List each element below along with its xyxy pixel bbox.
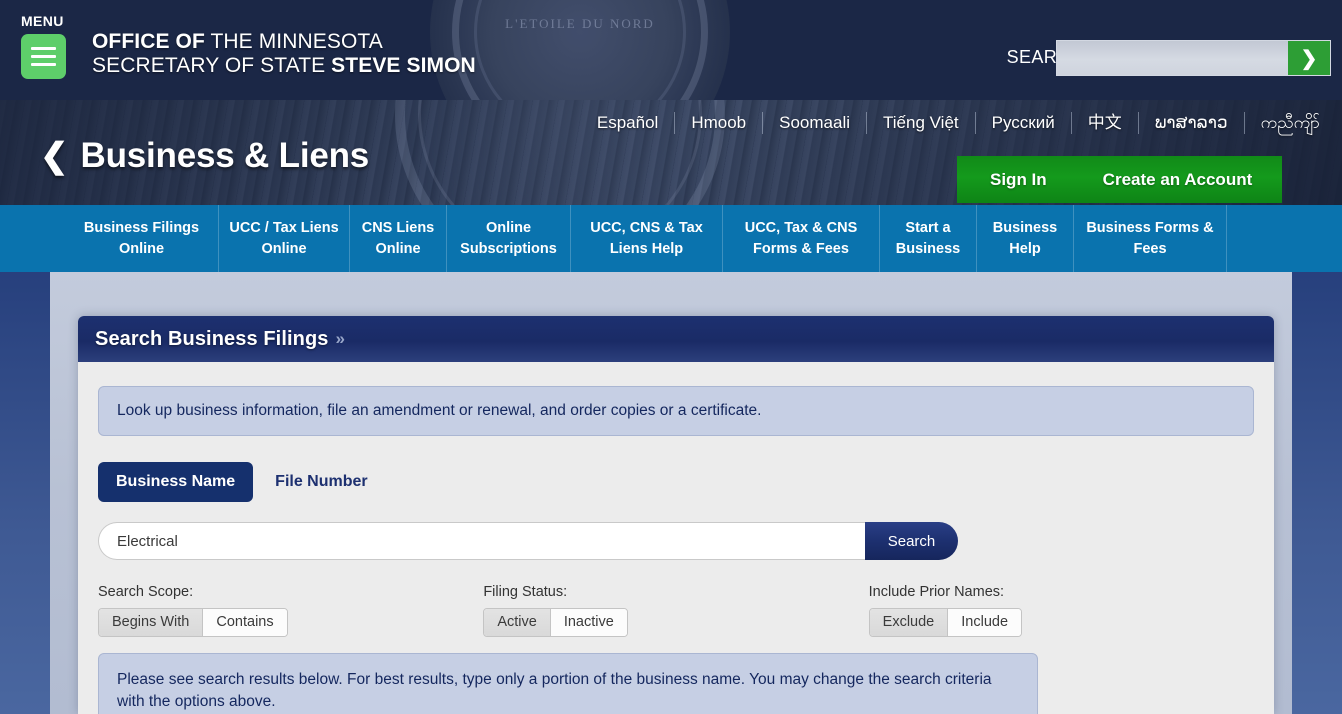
search-scope-toggle: Begins With Contains [98,608,288,637]
nav-item-business-help[interactable]: Business Help [977,205,1074,272]
tab-file-number[interactable]: File Number [257,462,385,502]
wordmark-line-1: OFFICE OF THE MINNESOTA [92,30,476,54]
nav-spacer-right [1227,205,1286,272]
wordmark-line-2: SECRETARY OF STATE STEVE SIMON [92,54,476,78]
language-link-es[interactable]: Español [581,112,676,134]
filter-include-prior-names: Include Prior Names: Exclude Include [868,584,1254,637]
hamburger-icon-bar [31,63,56,66]
header-search-group: ❯ [1056,40,1331,76]
wordmark-secretary-of-state: SECRETARY OF STATE [92,54,332,77]
search-scope-option-contains[interactable]: Contains [203,609,287,636]
filing-status-option-active[interactable]: Active [484,609,551,636]
chevron-left-icon[interactable]: ❮ [40,139,69,173]
hamburger-icon-bar [31,47,56,50]
language-link-zh[interactable]: 中文 [1072,112,1139,134]
filter-filing-status: Filing Status: Active Inactive [483,584,868,637]
filter-include-prior-names-label: Include Prior Names: [868,584,1005,600]
nav-item-ucc-tax-liens-online[interactable]: UCC / Tax Liens Online [219,205,350,272]
nav-item-business-filings-online[interactable]: Business Filings Online [65,205,219,272]
search-filters: Search Scope: Begins With Contains Filin… [98,584,1254,637]
nav-item-start-a-business[interactable]: Start a Business [880,205,977,272]
filter-filing-status-label: Filing Status: [483,584,568,600]
language-link-vi[interactable]: Tiếng Việt [867,112,976,134]
nav-item-ucc-cns-tax-liens-help[interactable]: UCC, CNS & Tax Liens Help [571,205,723,272]
page-title: ❮ Business & Liens [40,136,369,176]
filter-search-scope-label: Search Scope: [98,584,194,600]
results-notice: Please see search results below. For bes… [98,653,1038,714]
nav-item-online-subscriptions[interactable]: Online Subscriptions [447,205,571,272]
language-link-lo[interactable]: ພາສາລາວ [1139,112,1245,134]
sign-in-link[interactable]: Sign In [990,170,1047,190]
filter-search-scope: Search Scope: Begins With Contains [98,584,483,637]
language-bar: Español Hmoob Soomaali Tiếng Việt Русски… [0,106,1342,140]
nav-item-business-forms-fees[interactable]: Business Forms & Fees [1074,205,1227,272]
nav-item-cns-liens-online[interactable]: CNS Liens Online [350,205,447,272]
prior-names-option-exclude[interactable]: Exclude [869,609,949,636]
account-bar: Sign In Create an Account [957,156,1282,203]
business-search-input[interactable] [98,522,865,560]
include-prior-names-toggle: Exclude Include [868,608,1023,637]
chevron-right-icon: ❯ [1300,47,1318,70]
header-search-submit-button[interactable]: ❯ [1288,41,1330,75]
menu-button[interactable] [21,34,66,79]
intro-notice: Look up business information, file an am… [98,386,1254,436]
create-account-link[interactable]: Create an Account [1103,170,1253,190]
menu-label: MENU [21,13,64,29]
section-navigation: Business Filings Online UCC / Tax Liens … [0,205,1342,272]
header-search-input[interactable] [1057,41,1288,75]
language-link-hmn[interactable]: Hmoob [675,112,764,134]
site-wordmark[interactable]: OFFICE OF THE MINNESOTA SECRETARY OF STA… [92,30,476,78]
wordmark-steve-simon: STEVE SIMON [331,54,476,77]
double-chevron-right-icon: » [335,329,345,348]
wordmark-the-minnesota: THE MINNESOTA [204,30,383,53]
wordmark-office-of: OFFICE OF [92,30,205,53]
filing-status-option-inactive[interactable]: Inactive [550,609,627,636]
menu-block: MENU [21,14,67,79]
nav-item-ucc-tax-cns-forms-fees[interactable]: UCC, Tax & CNS Forms & Fees [723,205,880,272]
panel-body: Look up business information, file an am… [78,362,1274,714]
hamburger-icon-bar [31,55,56,58]
business-search-button[interactable]: Search [865,522,958,560]
panel-title: Search Business Filings [95,327,329,350]
language-link-ru[interactable]: Русский [976,112,1072,134]
content-background: Search Business Filings » Look up busine… [50,272,1292,714]
nav-spacer-left [0,205,65,272]
search-scope-option-begins-with[interactable]: Begins With [99,609,204,636]
filing-status-toggle: Active Inactive [483,608,628,637]
panel-header: Search Business Filings » [78,316,1274,362]
prior-names-option-include[interactable]: Include [948,609,1022,636]
masthead: SEAL OF THE STATE OF L'ETOILE DU NORD ME… [0,0,1342,100]
page-root: SEAL OF THE STATE OF L'ETOILE DU NORD ME… [0,0,1342,714]
page-title-text: Business & Liens [80,136,370,175]
language-link-kar[interactable]: ကညီကျိာ် [1245,112,1334,134]
language-link-so[interactable]: Soomaali [763,112,868,134]
search-business-filings-panel: Search Business Filings » Look up busine… [78,316,1274,714]
tab-business-name[interactable]: Business Name [98,462,254,502]
search-type-tabs: Business Name File Number [98,462,1254,502]
business-search-row: Search [98,522,958,560]
